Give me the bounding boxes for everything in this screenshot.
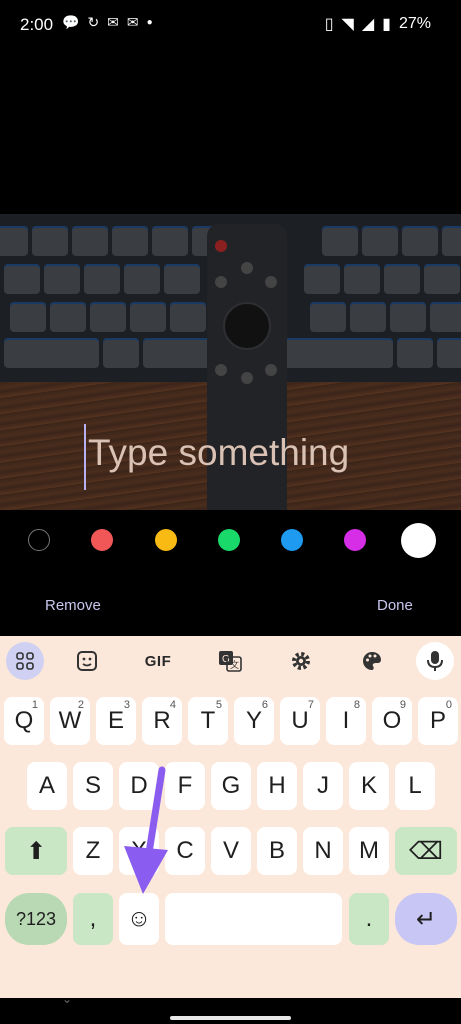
shift-icon: ⬆	[25, 837, 47, 865]
key-o[interactable]: O9	[372, 697, 412, 745]
key-e[interactable]: E3	[96, 697, 136, 745]
key-l[interactable]: L	[395, 762, 435, 810]
sync-icon: ↻	[87, 14, 100, 30]
color-blue-swatch[interactable]	[281, 529, 303, 551]
settings-icon[interactable]	[282, 642, 320, 680]
color-yellow-swatch[interactable]	[155, 529, 177, 551]
color-red-swatch[interactable]	[91, 529, 113, 551]
key-q[interactable]: Q1	[4, 697, 44, 745]
remove-button[interactable]: Remove	[45, 597, 101, 614]
key-u[interactable]: U7	[280, 697, 320, 745]
key-t[interactable]: T5	[188, 697, 228, 745]
navigation-bar: ⌄	[0, 992, 461, 1024]
svg-text:G: G	[222, 654, 230, 665]
status-bar: 2:00 💬 ↻ ✉ ✉ ● ▯ ◥ ◢ ▮ 27%	[0, 0, 461, 52]
battery-icon: ▮	[382, 16, 391, 33]
mail-icon: ✉	[126, 14, 139, 30]
period-key[interactable]: .	[349, 893, 389, 945]
mail-icon: ✉	[107, 14, 119, 30]
key-b[interactable]: B	[257, 827, 297, 875]
backspace-key[interactable]: ⌫	[395, 827, 457, 875]
chevron-down-icon[interactable]: ⌄	[62, 992, 72, 1006]
wifi-icon: ◥	[341, 16, 354, 33]
color-palette	[0, 510, 461, 570]
key-n[interactable]: N	[303, 827, 343, 875]
comma-key[interactable]: ,	[73, 893, 113, 945]
palette-icon[interactable]	[353, 642, 391, 680]
emoji-icon: ☺	[126, 905, 152, 932]
chat-bubble-icon: 💬	[62, 14, 80, 30]
key-r[interactable]: R4	[142, 697, 182, 745]
key-s[interactable]: S	[73, 762, 113, 810]
notification-icons: 💬 ↻ ✉ ✉ ●	[62, 14, 153, 31]
gif-button[interactable]: GIF	[139, 642, 177, 680]
key-f[interactable]: F	[165, 762, 205, 810]
key-y[interactable]: Y6	[234, 697, 274, 745]
symbols-key[interactable]: ?123	[5, 893, 67, 945]
backspace-icon: ⌫	[409, 837, 443, 865]
color-green-swatch[interactable]	[218, 529, 240, 551]
svg-text:文: 文	[230, 659, 239, 670]
apps-grid-icon[interactable]	[6, 642, 44, 680]
key-p[interactable]: P0	[418, 697, 458, 745]
emoji-key[interactable]: ☺	[119, 893, 159, 945]
editor-actions: Remove Done	[0, 570, 461, 636]
key-w[interactable]: W2	[50, 697, 90, 745]
status-time: 2:00	[20, 15, 54, 34]
enter-key[interactable]: ↵	[395, 893, 457, 945]
text-input[interactable]: Type something	[88, 432, 349, 474]
key-d[interactable]: D	[119, 762, 159, 810]
battery-percent: 27%	[398, 15, 431, 32]
color-white-swatch[interactable]	[401, 523, 436, 558]
key-c[interactable]: C	[165, 827, 205, 875]
done-button[interactable]: Done	[377, 597, 413, 614]
mic-icon[interactable]	[416, 642, 454, 680]
home-handle[interactable]	[170, 1016, 291, 1020]
key-h[interactable]: H	[257, 762, 297, 810]
key-z[interactable]: Z	[73, 827, 113, 875]
key-i[interactable]: I8	[326, 697, 366, 745]
key-a[interactable]: A	[27, 762, 67, 810]
enter-icon: ↵	[415, 905, 437, 933]
sticker-icon[interactable]	[68, 642, 106, 680]
vibrate-icon: ▯	[324, 16, 334, 33]
color-black-swatch[interactable]	[28, 529, 50, 551]
color-purple-swatch[interactable]	[344, 529, 366, 551]
key-j[interactable]: J	[303, 762, 343, 810]
key-k[interactable]: K	[349, 762, 389, 810]
key-v[interactable]: V	[211, 827, 251, 875]
key-g[interactable]: G	[211, 762, 251, 810]
keyboard: GIF G文 Q1 W2 E3 R4 T5 Y6 U7 I8 O9 P0 A S…	[0, 636, 461, 998]
text-cursor	[84, 424, 86, 490]
keyboard-toolbar: GIF G文	[0, 636, 461, 686]
translate-icon[interactable]: G文	[211, 642, 249, 680]
key-x[interactable]: X	[119, 827, 159, 875]
dot-icon: ●	[146, 17, 153, 28]
shift-key[interactable]: ⬆	[5, 827, 67, 875]
key-m[interactable]: M	[349, 827, 389, 875]
signal-icon: ◢	[361, 16, 375, 33]
space-key[interactable]	[165, 893, 342, 945]
system-icons: ▯ ◥ ◢ ▮ 27%	[325, 14, 431, 34]
